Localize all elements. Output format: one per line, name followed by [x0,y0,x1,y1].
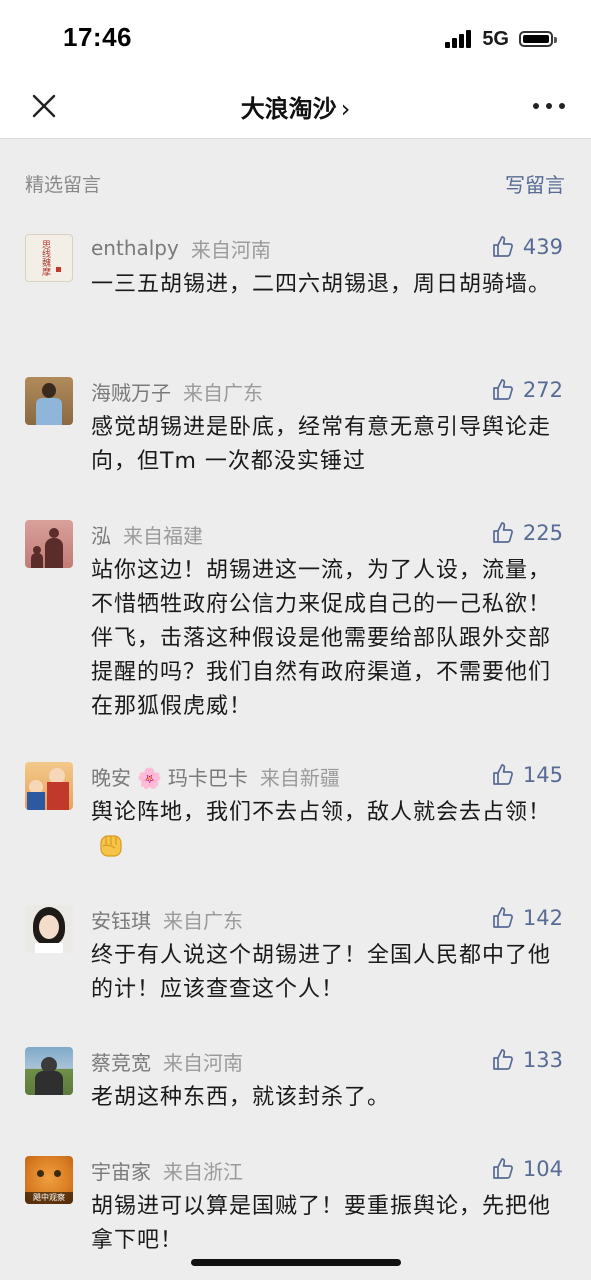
like-count: 104 [522,1157,563,1181]
comments-header: 精选留言 写留言 [0,138,591,228]
page-title: 大浪淘沙 [240,95,337,123]
like-count: 272 [522,378,563,402]
like-button[interactable]: 145 [491,760,563,790]
section-title: 精选留言 [25,174,102,196]
account-title-link[interactable]: 大浪淘沙 › [0,89,591,124]
thumbs-up-icon [493,1158,513,1179]
comment-location: 来自广东 [183,380,263,405]
battery-icon [519,31,557,47]
comment-text: 胡锡进可以算是国贼了！要重振舆论，先把他拿下吧！ [91,1194,552,1253]
comment-location: 来自新疆 [259,765,340,790]
comment-text: 站你这边！胡锡进这一流，为了人设，流量，不惜牺牲政府公信力来促成自己的一己私欲！… [91,558,552,719]
home-indicator[interactable] [191,1259,401,1266]
more-icon [533,103,539,109]
like-count: 439 [522,235,563,259]
thumbs-up-icon [493,379,513,400]
status-indicators: 5G [445,26,557,52]
comment-text: 一三五胡锡进，二四六胡锡退，周日胡骑墙。 [91,272,552,297]
like-count: 133 [522,1048,563,1072]
comment-author[interactable]: 海贼万子 [91,377,171,406]
thumbs-up-icon [493,1049,513,1070]
comment-text: 终于有人说这个胡锡进了！全国人民都中了他的计！应该查查这个人！ [91,943,552,1002]
avatar[interactable] [25,762,73,810]
avatar[interactable] [25,377,73,425]
like-button[interactable]: 439 [491,232,563,262]
thumbs-up-icon [493,764,513,785]
flower-emoji: 🌸 [137,765,162,790]
write-comment-button[interactable]: 写留言 [505,169,565,198]
comment-text: 老胡这种东西，就该封杀了。 [91,1085,391,1110]
comment-text: 感觉胡锡进是卧底，经常有意无意引导舆论走向，但Tm 一次都没实锤过 [91,415,552,474]
network-type: 5G [482,27,509,50]
thumbs-up-icon [493,236,513,257]
comment-location: 来自浙江 [163,1159,243,1184]
thumbs-up-icon [493,522,513,543]
nav-bar: 大浪淘沙 › [0,76,591,139]
avatar[interactable] [25,520,73,568]
avatar[interactable] [25,1047,73,1095]
comment-location: 来自广东 [163,908,243,933]
signal-icon [445,30,473,48]
like-button[interactable]: 104 [491,1154,563,1184]
like-count: 225 [522,521,563,545]
comment-author[interactable]: 泓 [91,520,111,549]
like-button[interactable]: 142 [491,903,563,933]
like-button[interactable]: 225 [491,518,563,548]
avatar[interactable]: 思线魏摩 [25,234,73,282]
like-count: 145 [522,763,563,787]
comment-author[interactable]: 安钰琪 [91,905,151,934]
comment-location: 来自福建 [123,523,203,548]
comment-location: 来自河南 [163,1050,243,1075]
like-count: 142 [522,906,563,930]
avatar-caption: 飓中观察 [33,1193,65,1202]
like-button[interactable]: 272 [491,375,563,405]
comment-author[interactable]: enthalpy [91,236,179,260]
chevron-right-icon: › [340,95,351,123]
comment-location: 来自河南 [190,237,271,262]
status-bar: 17:46 5G [0,0,591,76]
like-button[interactable]: 133 [491,1045,563,1075]
comment-text: 舆论阵地，我们不去占领，敌人就会去占领！ [91,796,561,865]
comment-author[interactable]: 晚安 🌸 玛卡巴卡 [91,762,248,791]
avatar-calligraphy: 思线魏摩 [40,240,50,276]
avatar[interactable] [25,905,73,953]
more-button[interactable] [533,100,565,112]
avatar[interactable]: 飓中观察 [25,1156,73,1204]
status-time: 17:46 [63,22,132,52]
comment-author[interactable]: 宇宙家 [91,1156,151,1185]
comment-author[interactable]: 蔡竞宽 [91,1047,151,1076]
fist-emoji [100,835,122,857]
thumbs-up-icon [493,907,513,928]
